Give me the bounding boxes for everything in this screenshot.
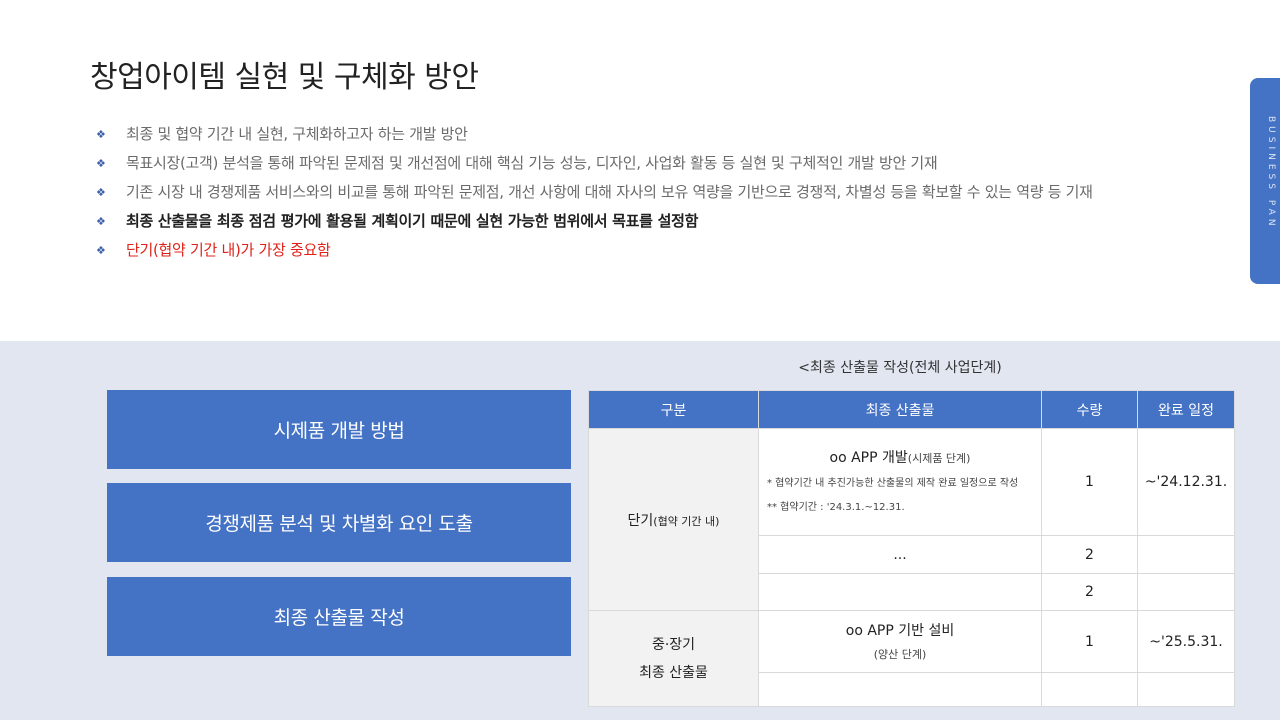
date-cell xyxy=(1137,573,1235,611)
product-note: * 협약기간 내 추진가능한 산출물의 제작 완료 일정으로 작성 xyxy=(767,477,1019,489)
product-stage: (시제품 단계) xyxy=(907,451,971,465)
product-cell: oo APP 개발(시제품 단계) * 협약기간 내 추진가능한 산출물의 제작… xyxy=(758,428,1042,536)
diamond-bullet-icon: ❖ xyxy=(96,157,106,170)
outcomes-table: 구분 최종 산출물 수량 완료 일정 단기(협약 기간 내) oo APP 개발… xyxy=(588,390,1235,707)
header-final-output: 최종 산출물 xyxy=(758,390,1042,429)
quantity-cell: 2 xyxy=(1041,573,1138,611)
product-stage: (양산 단계) xyxy=(873,647,927,661)
method-box-final-output: 최종 산출물 작성 xyxy=(107,577,571,656)
product-cell xyxy=(758,573,1042,611)
product-name: oo APP 기반 설비 xyxy=(845,622,955,639)
bullet-item: ❖ 최종 및 협약 기간 내 실현, 구체화하고자 하는 개발 방안 xyxy=(96,120,1186,149)
table-header-row: 구분 최종 산출물 수량 완료 일정 xyxy=(588,390,1235,429)
bullet-item: ❖ 최종 산출물을 최종 점검 평가에 활용될 계획이기 때문에 실현 가능한 … xyxy=(96,207,1186,236)
side-tab-label: BUSINESS PAN xyxy=(1266,116,1276,230)
bullet-text: 최종 산출물을 최종 점검 평가에 활용될 계획이기 때문에 실현 가능한 범위… xyxy=(126,212,699,230)
method-box-prototype: 시제품 개발 방법 xyxy=(107,390,571,469)
date-cell: ~'24.12.31. xyxy=(1137,428,1235,536)
bullet-item: ❖ 단기(협약 기간 내)가 가장 중요함 xyxy=(96,236,1186,265)
product-cell: oo APP 기반 설비 (양산 단계) xyxy=(758,610,1042,673)
category-short-term: 단기(협약 기간 내) xyxy=(588,428,759,611)
diamond-bullet-icon: ❖ xyxy=(96,128,106,141)
header-quantity: 수량 xyxy=(1041,390,1138,429)
page-title: 창업아이템 실현 및 구체화 방안 xyxy=(90,60,479,95)
table-row: 중·장기 최종 산출물 oo APP 기반 설비 (양산 단계) 1 ~'25.… xyxy=(588,610,1235,707)
quantity-cell: 1 xyxy=(1041,428,1138,536)
date-cell xyxy=(1137,535,1235,574)
category-label: 중·장기 xyxy=(651,636,696,653)
quantity-cell xyxy=(1041,672,1138,707)
method-box-competitor-analysis: 경쟁제품 분석 및 차별화 요인 도출 xyxy=(107,483,571,562)
bullet-text: 최종 및 협약 기간 내 실현, 구체화하고자 하는 개발 방안 xyxy=(126,125,468,143)
product-period-note: ** 협약기간 : '24.3.1.~12.31. xyxy=(767,501,905,513)
date-cell xyxy=(1137,672,1235,707)
bullet-item: ❖ 목표시장(고객) 분석을 통해 파악된 문제점 및 개선점에 대해 핵심 기… xyxy=(96,149,1186,178)
header-category: 구분 xyxy=(588,390,759,429)
category-sub-label: (협약 기간 내) xyxy=(653,514,720,528)
quantity-cell: 2 xyxy=(1041,535,1138,574)
bullet-text: 목표시장(고객) 분석을 통해 파악된 문제점 및 개선점에 대해 핵심 기능 … xyxy=(126,154,938,172)
table-caption: <최종 산출물 작성(전체 사업단계) xyxy=(798,360,1002,376)
bullet-item: ❖ 기존 시장 내 경쟁제품 서비스와의 비교를 통해 파악된 문제점, 개선 … xyxy=(96,178,1186,207)
product-name: oo APP 개발 xyxy=(829,449,908,466)
product-cell: ... xyxy=(758,535,1042,574)
diamond-bullet-icon: ❖ xyxy=(96,244,106,257)
header-completion-date: 완료 일정 xyxy=(1137,390,1235,429)
side-tab: BUSINESS PAN xyxy=(1250,78,1280,284)
bullet-text: 기존 시장 내 경쟁제품 서비스와의 비교를 통해 파악된 문제점, 개선 사항… xyxy=(126,183,1093,201)
category-label: 단기 xyxy=(627,512,654,529)
bullet-text: 단기(협약 기간 내)가 가장 중요함 xyxy=(126,241,331,259)
product-cell xyxy=(758,672,1042,707)
bullet-list: ❖ 최종 및 협약 기간 내 실현, 구체화하고자 하는 개발 방안 ❖ 목표시… xyxy=(96,120,1186,265)
quantity-cell: 1 xyxy=(1041,610,1138,673)
category-long-term: 중·장기 최종 산출물 xyxy=(588,610,759,707)
category-label-line2: 최종 산출물 xyxy=(639,664,708,681)
table-row: 단기(협약 기간 내) oo APP 개발(시제품 단계) * 협약기간 내 추… xyxy=(588,428,1235,611)
date-cell: ~'25.5.31. xyxy=(1137,610,1235,673)
diamond-bullet-icon: ❖ xyxy=(96,186,106,199)
diamond-bullet-icon: ❖ xyxy=(96,215,106,228)
